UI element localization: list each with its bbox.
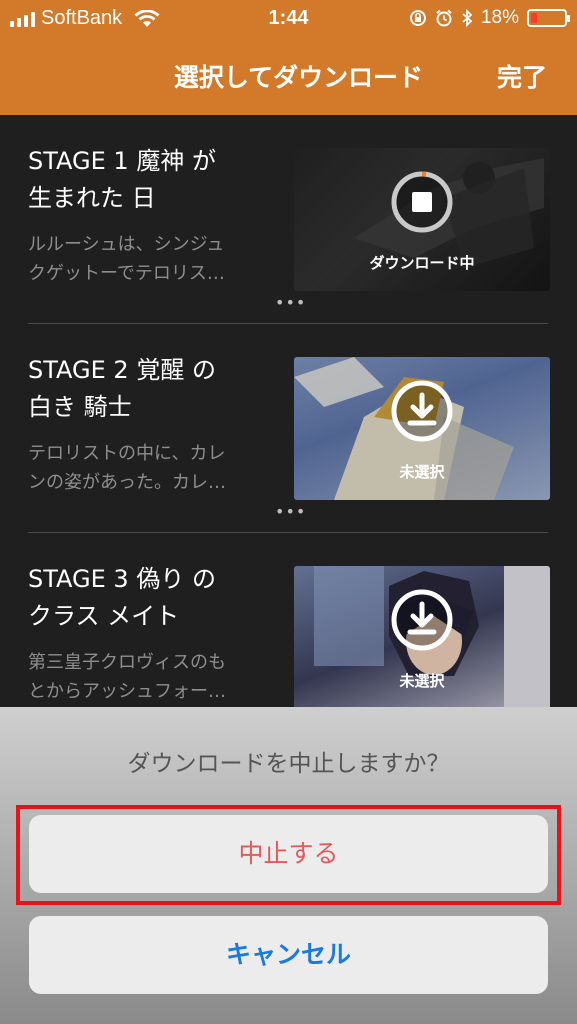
- download-status: 未選択: [399, 463, 445, 481]
- rotation-lock-icon: [409, 10, 426, 26]
- done-button[interactable]: 完了: [497, 58, 547, 94]
- alarm-icon: [436, 9, 452, 27]
- episode-description: ルルーシュは、シンジュ クゲットーでテロリス…: [28, 234, 225, 284]
- episode-title: STAGE 3 偽り の クラス メイト: [28, 565, 216, 630]
- battery-percent: 18%: [480, 7, 519, 28]
- download-icon[interactable]: [390, 588, 454, 652]
- download-status: 未選択: [399, 672, 445, 690]
- episode-thumbnail[interactable]: ダウンロード中: [294, 148, 550, 291]
- stop-download-button[interactable]: 中止する: [29, 815, 548, 893]
- page-title: 選択してダウンロード: [173, 63, 424, 92]
- battery-icon: [527, 9, 570, 27]
- episode-thumbnail[interactable]: 未選択: [294, 566, 550, 709]
- list-item[interactable]: STAGE 2 覚醒 の 白き 騎士 テロリストの中に、カレ ンの姿があった。カ…: [0, 324, 577, 533]
- episode-description: 第三皇子クロヴィスのも とからアッシュフォー…: [28, 652, 226, 702]
- cancel-button[interactable]: キャンセル: [29, 916, 548, 994]
- episode-title: STAGE 1 魔神 が 生まれた 日: [28, 147, 216, 212]
- episode-description: テロリストの中に、カレ ンの姿があった。カレ…: [28, 443, 226, 493]
- header: SoftBank 1:44 18% 選択してダウンロード 完了: [0, 0, 577, 115]
- more-indicator: •••: [275, 293, 307, 312]
- download-icon[interactable]: [390, 379, 454, 443]
- episode-title: STAGE 2 覚醒 の 白き 騎士: [28, 356, 216, 421]
- status-bar: SoftBank 1:44 18%: [0, 0, 577, 38]
- bluetooth-icon: [462, 9, 473, 27]
- list-item[interactable]: STAGE 1 魔神 が 生まれた 日 ルルーシュは、シンジュ クゲットーでテロ…: [0, 115, 577, 324]
- download-status: ダウンロード中: [369, 254, 475, 272]
- action-sheet-message: ダウンロードを中止しますか？: [127, 751, 450, 777]
- episode-thumbnail[interactable]: 未選択: [294, 357, 550, 500]
- stop-icon[interactable]: [390, 170, 454, 234]
- nav-bar: 選択してダウンロード 完了: [0, 44, 577, 108]
- more-indicator: •••: [275, 502, 307, 521]
